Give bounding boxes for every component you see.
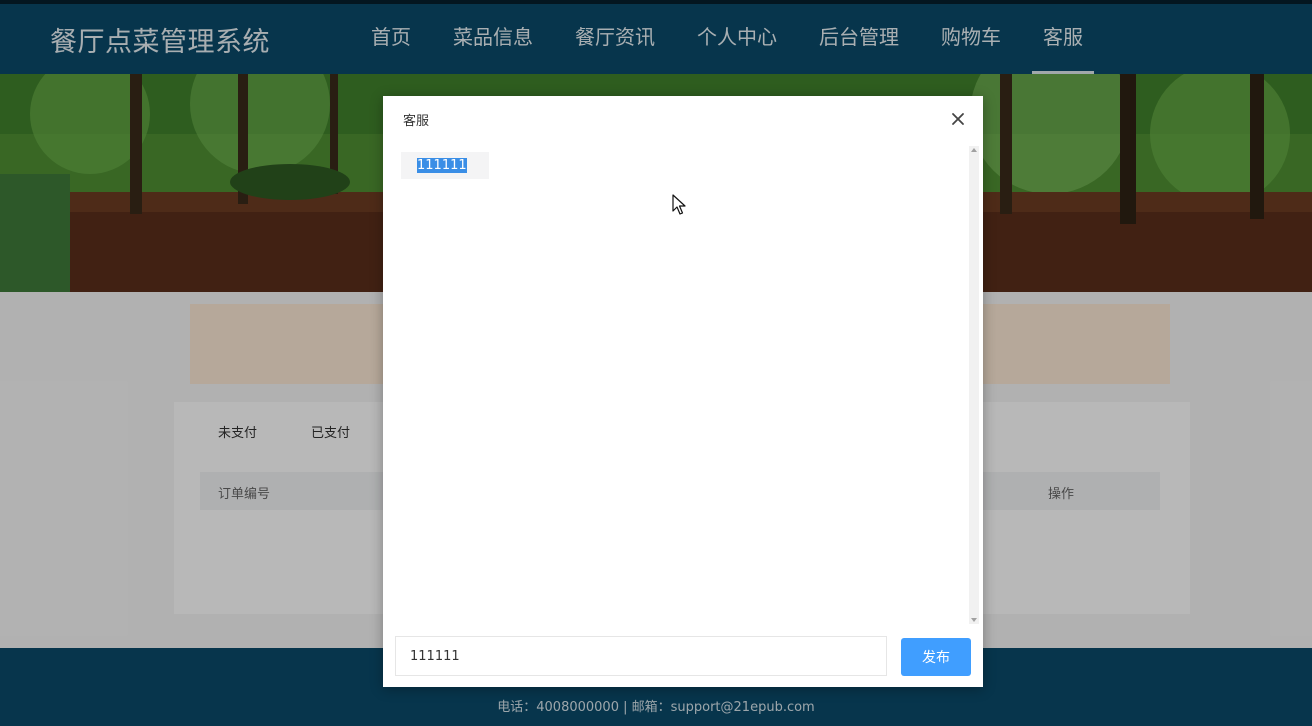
dialog-title: 客服: [403, 114, 430, 129]
close-button[interactable]: [945, 106, 971, 132]
mouse-pointer-icon: [672, 194, 686, 215]
dialog-header: 客服: [383, 96, 983, 142]
message-composer: 发布: [395, 636, 971, 678]
customer-service-dialog: 客服 111111 发布: [383, 96, 983, 687]
scroll-down-icon[interactable]: [971, 618, 977, 622]
close-icon: [952, 113, 964, 125]
chat-scrollbar[interactable]: [969, 146, 979, 624]
message-input[interactable]: [395, 636, 887, 676]
message-text: 111111: [417, 158, 467, 173]
send-button[interactable]: 发布: [901, 638, 971, 676]
chat-messages[interactable]: 111111: [395, 146, 969, 624]
page: 餐厅点菜管理系统 首页 菜品信息 餐厅资讯 个人中心 后台管理 购物车 客服 未…: [0, 0, 1312, 726]
chat-message: 111111: [401, 152, 489, 179]
scroll-up-icon[interactable]: [971, 148, 977, 152]
